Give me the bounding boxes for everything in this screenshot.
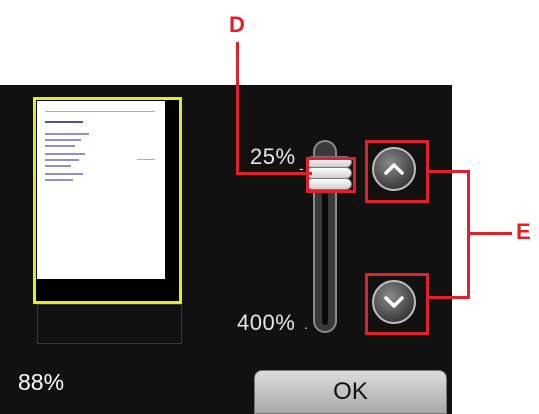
ok-button[interactable]: OK <box>254 370 447 414</box>
document-text-line <box>45 153 85 155</box>
document-text-line <box>45 139 81 141</box>
callout-e-highlight-down <box>365 273 429 335</box>
document-text-line <box>45 133 89 135</box>
scale-max-label: 400% <box>237 310 296 335</box>
callout-label-e: E <box>516 219 531 244</box>
callout-e-leader-top <box>429 170 470 173</box>
document-text-line <box>45 179 73 181</box>
ok-button-label: OK <box>333 378 368 405</box>
document-text-line <box>45 145 75 147</box>
callout-e-leader-bottom <box>429 296 470 299</box>
preview-page <box>37 101 165 279</box>
callout-e-highlight-up <box>365 140 429 203</box>
document-signature-line <box>137 159 155 160</box>
document-header-line <box>45 111 155 112</box>
zoom-value-label: 88% <box>18 369 65 395</box>
callout-label-d: D <box>229 12 245 37</box>
document-heading-line <box>45 121 83 123</box>
callout-d-highlight <box>306 157 356 193</box>
zoom-slider-groove <box>322 185 328 325</box>
callout-d-leader-horizontal <box>236 172 312 175</box>
callout-d-leader-vertical <box>236 42 239 175</box>
scale-max-tick: . <box>304 316 309 332</box>
document-text-line <box>45 173 83 175</box>
preview-page-area <box>37 304 182 344</box>
scale-min-label: 25% <box>250 144 296 169</box>
callout-e-leader-horizontal <box>467 232 512 235</box>
document-text-line <box>45 165 71 167</box>
document-text-line <box>45 159 79 161</box>
